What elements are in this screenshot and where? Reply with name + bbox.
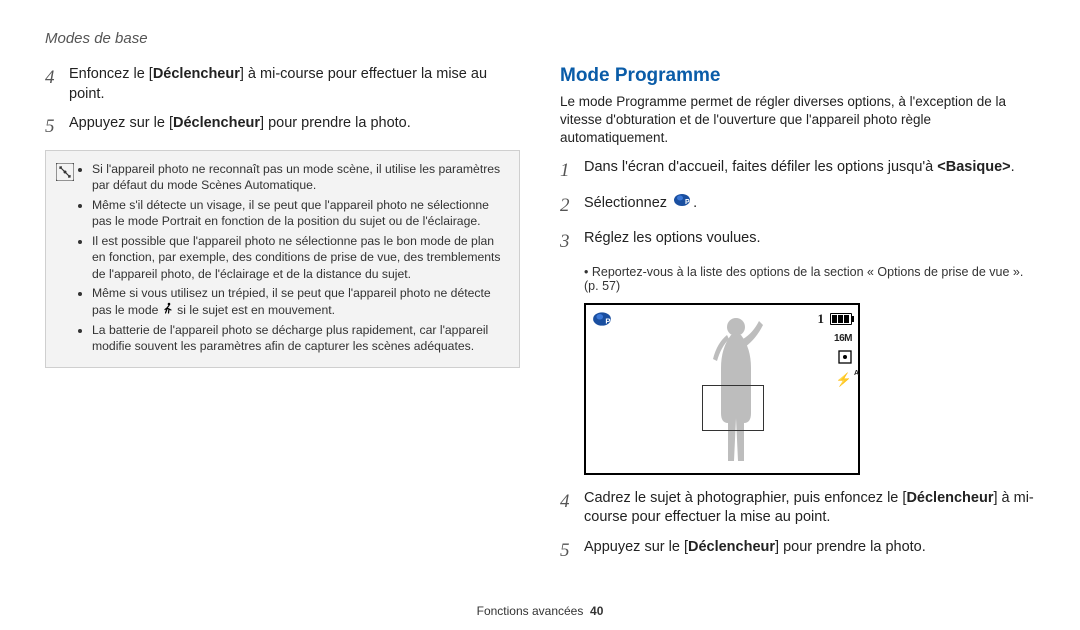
note-item: Même s'il détecte un visage, il se peut … [92, 197, 509, 230]
note-item: Si l'appareil photo ne reconnaît pas un … [92, 161, 509, 194]
step-number: 4 [560, 489, 584, 528]
note-icon [56, 161, 78, 358]
step-3: 3 Réglez les options voulues. [560, 229, 1035, 255]
breadcrumb: Modes de base [45, 30, 148, 47]
step-5: 5 Appuyez sur le [Déclencheur] pour pren… [560, 538, 1035, 564]
step-5: 5 Appuyez sur le [Déclencheur] pour pren… [45, 114, 520, 140]
step-text: Appuyez sur le [Déclencheur] pour prendr… [584, 538, 1035, 564]
program-mode-icon: P [673, 193, 691, 214]
camera-screen-preview: P 1 16M ⚡ [584, 303, 860, 475]
note-box: Si l'appareil photo ne reconnaît pas un … [45, 150, 520, 369]
svg-text:P: P [685, 199, 690, 206]
note-list: Si l'appareil photo ne reconnaît pas un … [78, 161, 509, 358]
footer-section: Fonctions avancées [477, 604, 584, 618]
step-text: Sélectionnez P . [584, 193, 1035, 219]
intro-paragraph: Le mode Programme permet de régler diver… [560, 93, 1035, 148]
right-column: Mode Programme Le mode Programme permet … [560, 65, 1035, 604]
step-text: Appuyez sur le [Déclencheur] pour prendr… [69, 114, 520, 140]
status-bar-right: 1 [818, 311, 853, 327]
page-footer: Fonctions avancées 40 [45, 604, 1035, 620]
metering-icon [838, 350, 852, 367]
focus-rectangle [702, 385, 764, 431]
step-text: Dans l'écran d'accueil, faites défiler l… [584, 158, 1035, 184]
note-item: Même si vous utilisez un trépied, il se … [92, 285, 509, 318]
content-columns: 4 Enfoncez le [Déclencheur] à mi-course … [45, 65, 1035, 604]
right-side-indicators: 16M ⚡ [834, 333, 852, 386]
program-mode-icon: P [592, 311, 612, 330]
step-number: 2 [560, 193, 584, 219]
running-man-icon [162, 302, 174, 318]
left-column: 4 Enfoncez le [Déclencheur] à mi-course … [45, 65, 520, 604]
header: Modes de base [45, 30, 1035, 47]
image-size-indicator: 16M [834, 333, 852, 344]
step-2: 2 Sélectionnez P . [560, 193, 1035, 219]
step-number: 5 [560, 538, 584, 564]
flash-auto-icon: ⚡ [836, 373, 852, 386]
step-number: 1 [560, 158, 584, 184]
step-text: Réglez les options voulues. [584, 229, 1035, 255]
step-1: 1 Dans l'écran d'accueil, faites défiler… [560, 158, 1035, 184]
step-4: 4 Enfoncez le [Déclencheur] à mi-course … [45, 65, 520, 104]
step-number: 5 [45, 114, 69, 140]
step-number: 3 [560, 229, 584, 255]
svg-text:P: P [605, 316, 610, 325]
step-text: Enfoncez le [Déclencheur] à mi-course po… [69, 65, 520, 104]
step-number: 4 [45, 65, 69, 104]
battery-icon [830, 313, 852, 325]
step-3-note: Reportez-vous à la liste des options de … [584, 265, 1035, 293]
shot-counter: 1 [818, 311, 825, 327]
page-number: 40 [590, 604, 603, 618]
step-4: 4 Cadrez le sujet à photographier, puis … [560, 489, 1035, 528]
note-item: La batterie de l'appareil photo se décha… [92, 322, 509, 355]
section-heading: Mode Programme [560, 65, 1035, 87]
note-item: Il est possible que l'appareil photo ne … [92, 233, 509, 282]
step-text: Cadrez le sujet à photographier, puis en… [584, 489, 1035, 528]
